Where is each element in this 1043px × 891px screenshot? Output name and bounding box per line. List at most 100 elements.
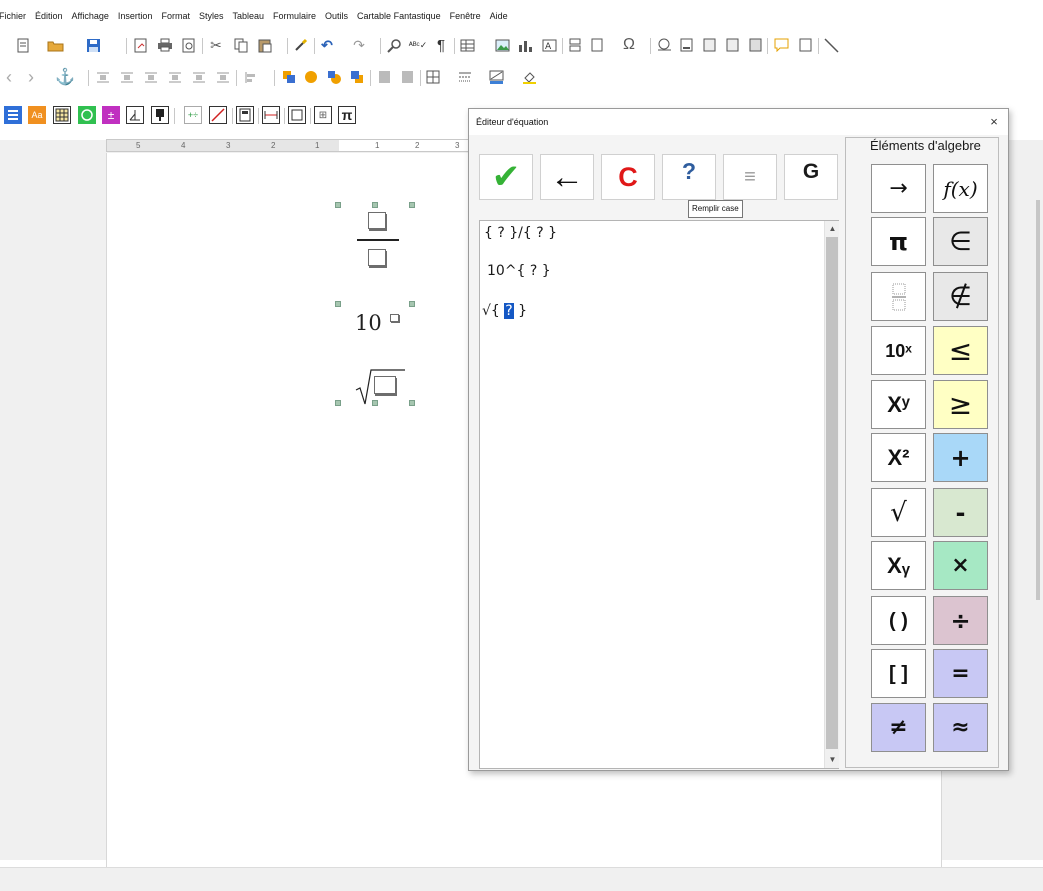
insert-image-icon[interactable] [493, 36, 511, 54]
spelling-icon[interactable]: ᴬᴮᶜ✓ [409, 36, 428, 54]
save-icon[interactable] [84, 36, 102, 54]
formula-power[interactable]: 10 [335, 301, 415, 343]
wrap-page-icon[interactable] [118, 68, 136, 86]
fraction-button[interactable] [871, 272, 926, 321]
styles-icon[interactable]: Aa [28, 106, 46, 124]
wrap-left-icon[interactable] [166, 68, 184, 86]
selection-handle[interactable] [335, 301, 341, 307]
x-power-y-button[interactable]: Xʸ [871, 380, 926, 429]
less-equal-button[interactable]: ≤ [933, 326, 988, 375]
insert-field-icon[interactable] [588, 36, 606, 54]
element-of-button[interactable]: ∈ [933, 217, 988, 266]
hyperlink-icon[interactable] [655, 36, 673, 54]
cross-reference-icon[interactable] [746, 36, 764, 54]
forward-one-icon[interactable] [302, 68, 320, 86]
menu-fichier[interactable]: Fichier [0, 11, 26, 21]
selection-handle[interactable] [372, 400, 378, 406]
scroll-down-icon[interactable]: ▼ [825, 752, 840, 767]
redo-icon[interactable]: ↷ [350, 36, 368, 54]
menu-formulaire[interactable]: Formulaire [273, 11, 316, 21]
to-foreground-icon[interactable] [375, 68, 393, 86]
paste-icon[interactable] [256, 36, 274, 54]
align-objects-icon[interactable] [242, 68, 260, 86]
export-pdf-icon[interactable] [132, 36, 150, 54]
dialog-titlebar[interactable]: Éditeur d'équation × [469, 109, 1008, 135]
print-preview-icon[interactable] [180, 36, 198, 54]
diagonal-icon[interactable] [209, 106, 227, 124]
function-fx-button[interactable]: f(x) [933, 164, 988, 213]
menu-format[interactable]: Format [161, 11, 190, 21]
not-equal-button[interactable]: ≠ [871, 703, 926, 752]
to-background-icon[interactable] [398, 68, 416, 86]
print-icon[interactable] [156, 36, 174, 54]
bring-to-front-icon[interactable] [280, 68, 298, 86]
borders-icon[interactable] [424, 68, 442, 86]
measure-icon[interactable] [262, 106, 280, 124]
cut-icon[interactable]: ✂ [207, 36, 225, 54]
g-button[interactable]: G [784, 154, 838, 200]
frame-icon[interactable] [288, 106, 306, 124]
menu-fenetre[interactable]: Fenêtre [450, 11, 481, 21]
square-root-button[interactable]: √ [871, 488, 926, 537]
calculator-icon[interactable] [236, 106, 254, 124]
menu-cartable-fantastique[interactable]: Cartable Fantastique [357, 11, 441, 21]
footnote-icon[interactable] [677, 36, 695, 54]
equals-button[interactable]: = [933, 649, 988, 698]
anchor-icon[interactable]: ⚓ [55, 68, 75, 86]
selection-handle[interactable] [409, 301, 415, 307]
page-break-icon[interactable] [566, 36, 584, 54]
copy-icon[interactable] [232, 36, 250, 54]
formatting-marks-icon[interactable]: ¶ [432, 36, 450, 54]
undo-icon[interactable]: ↶ [318, 36, 336, 54]
vertical-scrollbar[interactable] [1036, 200, 1040, 600]
menu-affichage[interactable]: Affichage [72, 11, 109, 21]
plus-minus-icon[interactable]: ± [102, 106, 120, 124]
selection-handle[interactable] [372, 202, 378, 208]
fill-box-button[interactable]: ? [662, 154, 716, 200]
greater-equal-button[interactable]: ≥ [933, 380, 988, 429]
formula-fraction[interactable] [335, 202, 415, 270]
menu-aide[interactable]: Aide [490, 11, 508, 21]
arrow-right-button[interactable]: → [871, 164, 926, 213]
selection-handle[interactable] [335, 202, 341, 208]
plug-icon[interactable] [151, 106, 169, 124]
comment-icon[interactable] [772, 36, 790, 54]
list-icon[interactable] [4, 106, 22, 124]
editor-scrollbar[interactable]: ▲ ▼ [824, 221, 839, 768]
selection-handle[interactable] [335, 400, 341, 406]
minus-button[interactable]: - [933, 488, 988, 537]
insert-chart-icon[interactable] [516, 36, 534, 54]
approx-button[interactable]: ≈ [933, 703, 988, 752]
pi-button[interactable]: π [871, 217, 926, 266]
divide-button[interactable]: ÷ [933, 596, 988, 645]
ten-power-button[interactable]: 10ˣ [871, 326, 926, 375]
open-folder-icon[interactable] [46, 36, 64, 54]
x-subscript-y-button[interactable]: Xᵧ [871, 541, 926, 590]
scroll-up-icon[interactable]: ▲ [825, 221, 840, 236]
times-button[interactable]: × [933, 541, 988, 590]
endnote-icon[interactable] [700, 36, 718, 54]
new-document-icon[interactable] [14, 36, 32, 54]
selection-handle[interactable] [409, 202, 415, 208]
clear-button[interactable]: C [601, 154, 655, 200]
pi-icon[interactable]: π [338, 106, 356, 124]
wrap-through-icon[interactable] [214, 68, 232, 86]
brackets-button[interactable]: [ ] [871, 649, 926, 698]
validate-button[interactable]: ✔ [479, 154, 533, 200]
shape-icon[interactable] [78, 106, 96, 124]
back-icon[interactable]: ‹ [0, 67, 18, 87]
not-element-of-button[interactable]: ∉ [933, 272, 988, 321]
equation-code-editor[interactable]: { ? }/{ ? } 10^{ ? } √{ ? } ▲ ▼ [479, 220, 839, 769]
menu-styles[interactable]: Styles [199, 11, 224, 21]
forward-icon[interactable]: › [22, 67, 40, 87]
send-to-back-icon[interactable] [348, 68, 366, 86]
track-changes-icon[interactable] [796, 36, 814, 54]
formula-sqrt[interactable] [335, 368, 415, 412]
menu-insertion[interactable]: Insertion [118, 11, 153, 21]
bookmark-icon[interactable] [723, 36, 741, 54]
x-squared-button[interactable]: X² [871, 433, 926, 482]
operations-icon[interactable]: +÷ [184, 106, 202, 124]
find-replace-icon[interactable] [385, 36, 403, 54]
border-style-icon[interactable] [456, 68, 474, 86]
align-button[interactable]: ≡ [723, 154, 777, 200]
